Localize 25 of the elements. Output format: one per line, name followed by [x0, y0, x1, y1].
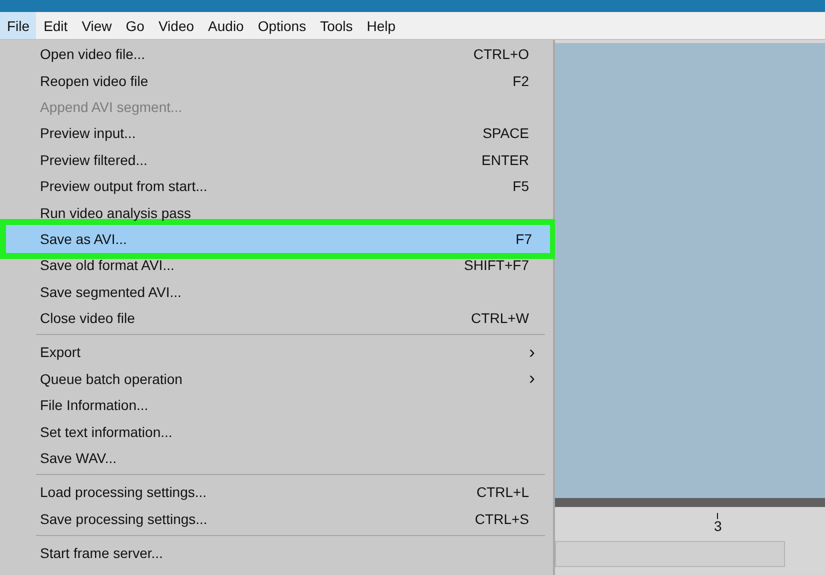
menu-item[interactable]: Close video file CTRL+W: [0, 304, 553, 332]
timeline-tick: 3: [714, 513, 722, 533]
menu-item[interactable]: File Information...: [0, 392, 553, 418]
menu-title[interactable]: Help: [360, 12, 402, 39]
menu-title[interactable]: File: [0, 12, 36, 39]
menu-item[interactable]: Start frame server...: [0, 540, 553, 566]
menu-item[interactable]: Queue batch operation ›: [0, 366, 553, 392]
menu-title[interactable]: Video: [151, 12, 200, 39]
menu-title[interactable]: Tools: [313, 12, 359, 39]
menu-item[interactable]: Preview input... SPACE: [0, 120, 553, 147]
menu-item[interactable]: Save WAV...: [0, 444, 553, 472]
menu-title[interactable]: View: [74, 12, 118, 39]
menu-item[interactable]: Set text information...: [0, 418, 553, 445]
menu-item[interactable]: Save segmented AVI...: [0, 278, 553, 305]
menu-item[interactable]: Preview output from start... F5: [0, 172, 553, 200]
menu-title[interactable]: Options: [250, 12, 312, 39]
menu-item[interactable]: Load processing settings... CTRL+L: [0, 479, 553, 506]
menu-item[interactable]: Preview filtered... ENTER: [0, 146, 553, 173]
menu-item[interactable]: Open video file... CTRL+O: [0, 41, 553, 68]
menu-item[interactable]: Save processing settings... CTRL+S: [0, 506, 553, 532]
menu-title[interactable]: Edit: [36, 12, 74, 39]
menu-item[interactable]: Export ›: [0, 339, 553, 366]
menu-item[interactable]: Reopen video file F2: [0, 67, 553, 94]
menu-title[interactable]: Go: [118, 12, 150, 39]
menu-title[interactable]: Audio: [201, 12, 250, 39]
